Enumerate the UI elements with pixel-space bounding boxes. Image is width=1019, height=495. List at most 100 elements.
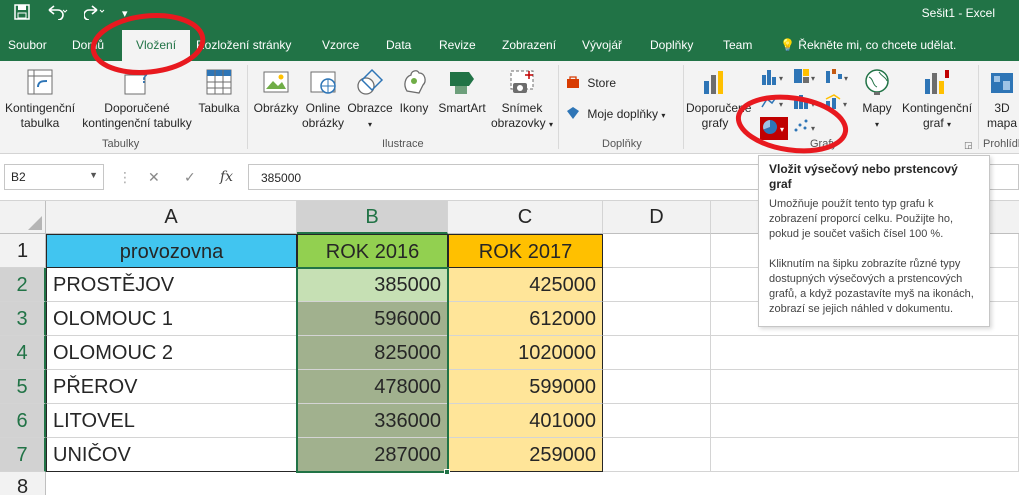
cancel-icon[interactable]: ✕ (148, 169, 160, 186)
table-row-cell-name[interactable]: OLOMOUC 1 (46, 302, 297, 336)
tab-view[interactable]: Zobrazení (502, 38, 556, 52)
tab-team[interactable]: Team (723, 38, 752, 52)
row-header-7[interactable]: 7 (0, 438, 46, 472)
cell-b1[interactable]: ROK 2016 (297, 234, 448, 268)
table-row-cell-2016[interactable]: 596000 (297, 302, 448, 336)
pictures-icon (263, 71, 289, 93)
row-header-1[interactable]: 1 (0, 234, 46, 268)
screenshot-label-2: obrazovky (490, 116, 546, 130)
table-row-cell-2017[interactable]: 1020000 (448, 336, 603, 370)
maps-button[interactable]: Mapy ▾ (852, 67, 902, 132)
screenshot-button[interactable]: Snímek obrazovky ▾ (490, 67, 554, 132)
row-header-3[interactable]: 3 (0, 302, 46, 336)
table-row-cell-name[interactable]: UNIČOV (46, 438, 297, 472)
tab-review[interactable]: Revize (439, 38, 476, 52)
cell-d4[interactable] (603, 336, 711, 370)
group-label-tables: Tabulky (102, 138, 140, 150)
group-label-tours: Prohlídky (983, 138, 1019, 150)
cell-c1[interactable]: ROK 2017 (448, 234, 603, 268)
row-header-4[interactable]: 4 (0, 336, 46, 370)
column-header-d[interactable]: D (603, 201, 711, 234)
tab-file[interactable]: Soubor (8, 38, 47, 52)
table-row-cell-2016[interactable]: 336000 (297, 404, 448, 438)
column-header-c[interactable]: C (448, 201, 603, 234)
my-addins-button[interactable]: Moje doplňky ▾ (566, 106, 682, 126)
tell-me-search[interactable]: 💡 Řekněte mi, co chcete udělat. (780, 38, 956, 52)
pivot-table-button[interactable]: Kontingenční tabulka (4, 67, 76, 131)
tab-addins[interactable]: Doplňky (650, 38, 693, 52)
tab-data[interactable]: Data (386, 38, 411, 52)
tell-me-label: Řekněte mi, co chcete udělat. (798, 38, 957, 52)
shapes-button[interactable]: Obrazce ▾ (346, 67, 394, 132)
recommended-charts-button[interactable]: Doporučené grafy (686, 67, 751, 131)
pie-chart-icon[interactable]: ▾ (760, 117, 788, 140)
table-row-cell-2017[interactable]: 401000 (448, 404, 603, 438)
cell-d5[interactable] (603, 370, 711, 404)
scatter-chart-icon[interactable]: ▾ (792, 117, 818, 138)
hierarchy-chart-icon[interactable]: ▾ (792, 67, 818, 88)
table-row-cell-2017[interactable]: 612000 (448, 302, 603, 336)
tab-home[interactable]: Domů (72, 38, 104, 52)
line-chart-icon[interactable]: ▾ (760, 93, 786, 114)
combo-chart-icon[interactable]: ▾ (824, 93, 850, 114)
table-row-cell-2016[interactable]: 825000 (297, 336, 448, 370)
save-icon[interactable] (14, 4, 30, 26)
redo-icon[interactable] (83, 4, 106, 26)
table-button[interactable]: Tabulka (196, 67, 242, 116)
pictures-button[interactable]: Obrázky (252, 67, 300, 116)
table-row-cell-2017[interactable]: 599000 (448, 370, 603, 404)
column-chart-icon[interactable]: ▾ (760, 67, 786, 88)
table-row-cell-name[interactable]: OLOMOUC 2 (46, 336, 297, 370)
row-header-6[interactable]: 6 (0, 404, 46, 438)
tab-developer[interactable]: Vývojář (582, 38, 622, 52)
tab-formulas[interactable]: Vzorce (322, 38, 359, 52)
column-header-b[interactable]: B (297, 201, 448, 234)
fill-handle[interactable] (444, 469, 450, 475)
cell-e5[interactable] (711, 370, 1019, 404)
customize-icon[interactable]: ▾ (122, 4, 128, 24)
table-row-cell-2017[interactable]: 425000 (448, 268, 603, 302)
online-pictures-label-1: Online (305, 101, 341, 115)
insert-function-icon[interactable]: fx (220, 169, 233, 185)
tab-page-layout[interactable]: Rozložení stránky (196, 38, 291, 52)
table-row-cell-name[interactable]: PROSTĚJOV (46, 268, 297, 302)
dialog-launcher-icon[interactable]: ◲ (964, 140, 973, 151)
row-header-2[interactable]: 2 (0, 268, 46, 302)
table-row-cell-2017[interactable]: 259000 (448, 438, 603, 472)
cell-d3[interactable] (603, 302, 711, 336)
select-all-button[interactable] (0, 201, 46, 234)
row-header-5[interactable]: 5 (0, 370, 46, 404)
map-3d-button[interactable]: 3D mapa (982, 67, 1019, 131)
statistic-chart-icon[interactable]: ▾ (792, 93, 818, 114)
waterfall-chart-icon[interactable]: ▾ (824, 67, 850, 88)
undo-icon[interactable] (46, 4, 68, 26)
row-header-8[interactable]: 8 (0, 472, 46, 495)
group-separator (683, 65, 684, 149)
table-row-cell-name[interactable]: LITOVEL (46, 404, 297, 438)
online-pictures-button[interactable]: Online obrázky (300, 67, 346, 131)
column-header-a[interactable]: A (46, 201, 297, 234)
chevron-down-icon[interactable]: ▼ (89, 170, 98, 180)
cell-d2[interactable] (603, 268, 711, 302)
icons-icon (404, 70, 426, 94)
store-button[interactable]: Store (566, 75, 676, 95)
cell-d1[interactable] (603, 234, 711, 268)
tab-insert[interactable]: Vložení (122, 30, 191, 61)
chevron-down-icon: ▾ (549, 120, 554, 129)
recommended-pivot-button[interactable]: ? Doporučené kontingenční tabulky (78, 67, 196, 131)
smartart-button[interactable]: SmartArt (434, 67, 490, 116)
name-box[interactable]: B2 ▼ (4, 164, 104, 190)
cell-a1[interactable]: provozovna (46, 234, 297, 268)
cell-d7[interactable] (603, 438, 711, 472)
cell-d6[interactable] (603, 404, 711, 438)
enter-icon[interactable]: ✓ (184, 169, 196, 186)
cell-e7[interactable] (711, 438, 1019, 472)
pivot-chart-button[interactable]: Kontingenční graf ▾ (900, 67, 974, 132)
cell-e4[interactable] (711, 336, 1019, 370)
cell-b2-active[interactable]: 385000 (297, 268, 448, 302)
cell-e6[interactable] (711, 404, 1019, 438)
icons-button[interactable]: Ikony (394, 67, 434, 116)
table-row-cell-2016[interactable]: 287000 (297, 438, 448, 472)
table-row-cell-2016[interactable]: 478000 (297, 370, 448, 404)
table-row-cell-name[interactable]: PŘEROV (46, 370, 297, 404)
